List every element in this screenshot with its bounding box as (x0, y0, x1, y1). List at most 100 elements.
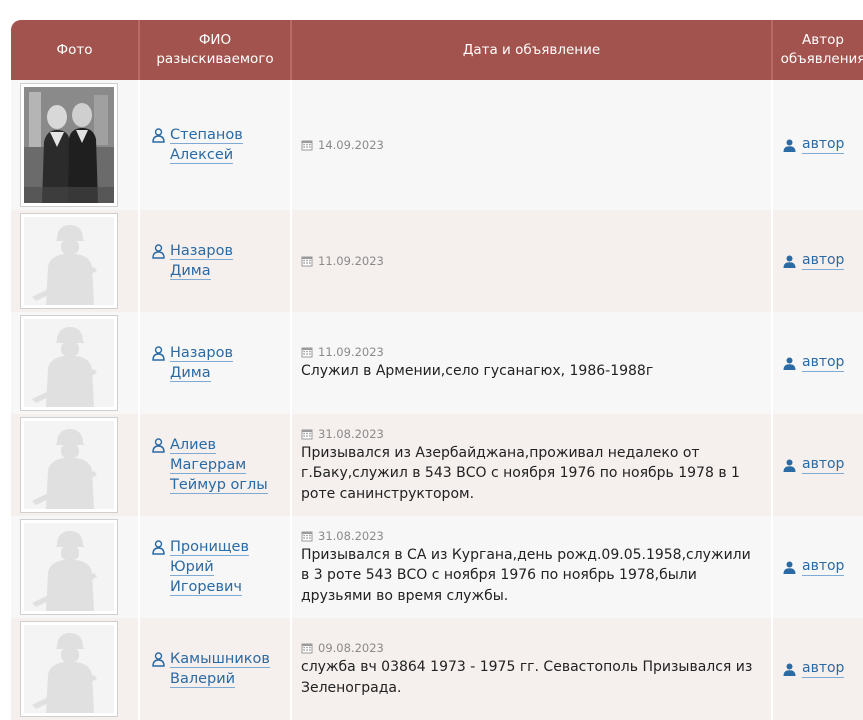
photo-frame[interactable] (20, 417, 118, 513)
person-name-link[interactable]: Назаров Дима (152, 343, 290, 383)
photo[interactable] (24, 523, 114, 611)
announcement-text: Призывался из Азербайджана,проживал неда… (301, 444, 740, 502)
announcement-date: 11.09.2023 (301, 344, 763, 360)
photo[interactable] (24, 87, 114, 203)
announcement-date: 09.08.2023 (301, 640, 763, 656)
person-name-link[interactable]: Назаров Дима (152, 241, 290, 281)
author-cell: автор (771, 312, 863, 414)
column-header-description: Дата и объявление (290, 20, 771, 80)
description-cell: 14.09.2023 (290, 80, 771, 210)
table-row: Пронищев Юрий Игоревич 31.08.2023 Призыв… (11, 516, 863, 618)
person-name-line-2[interactable]: Магеррам (170, 457, 247, 474)
author-link[interactable]: автор (783, 252, 863, 270)
author-link-label[interactable]: автор (802, 456, 845, 474)
soldier-placeholder-image (24, 523, 114, 611)
calendar-icon (301, 256, 313, 267)
person-photo-image (24, 87, 114, 203)
calendar-icon (301, 643, 313, 654)
photo-cell (11, 618, 138, 720)
calendar-icon (301, 531, 313, 542)
author-link-label[interactable]: автор (802, 558, 845, 576)
author-link-label[interactable]: автор (802, 660, 845, 678)
photo[interactable] (24, 421, 114, 509)
person-name-line-2[interactable]: Алексей (170, 147, 234, 164)
announcement-text: служба вч 03864 1973 - 1975 гг. Севастоп… (301, 659, 753, 696)
person-name-link[interactable]: Пронищев Юрий Игоревич (152, 537, 290, 597)
user-icon (783, 561, 796, 574)
column-header-author: Автор объявления (771, 20, 863, 80)
table-row: Степанов Алексей 14.09.2023 автор (11, 80, 863, 210)
person-name-line-1[interactable]: Пронищев (170, 539, 250, 556)
person-name[interactable]: Степанов Алексей (170, 125, 243, 165)
column-header-author-label-2: объявления (780, 51, 863, 67)
author-link-label[interactable]: автор (802, 136, 845, 154)
photo-frame[interactable] (20, 519, 118, 615)
table-row: Алиев Магеррам Теймур оглы 31.08.2023 Пр… (11, 414, 863, 516)
calendar-icon (301, 140, 313, 151)
column-header-author-label-1: Автор (802, 32, 844, 48)
photo-frame[interactable] (20, 213, 118, 309)
photo-cell (11, 210, 138, 312)
person-name-line-2[interactable]: Юрий (170, 559, 214, 576)
person-name-link[interactable]: Алиев Магеррам Теймур оглы (152, 435, 290, 495)
name-cell: Камышников Валерий (138, 618, 290, 720)
person-name-line-2[interactable]: Дима (170, 365, 211, 382)
person-name-line-2[interactable]: Дима (170, 263, 211, 280)
author-link[interactable]: автор (783, 660, 863, 678)
name-cell: Алиев Магеррам Теймур оглы (138, 414, 290, 516)
author-link-label[interactable]: автор (802, 354, 845, 372)
person-name-line-1[interactable]: Камышников (170, 651, 270, 668)
photo[interactable] (24, 217, 114, 305)
person-name-line-1[interactable]: Назаров (170, 345, 234, 362)
table-row: Назаров Дима 11.09.2023 (11, 210, 863, 312)
table-body: Степанов Алексей 14.09.2023 автор Назаро… (11, 80, 863, 720)
date-text: 31.08.2023 (318, 426, 384, 441)
date-text: 31.08.2023 (318, 528, 384, 543)
author-link-label[interactable]: автор (802, 252, 845, 270)
calendar-icon (301, 347, 313, 358)
person-outline-icon (152, 540, 165, 555)
description-cell: 11.09.2023 Служил в Армении,село гусанаг… (290, 312, 771, 414)
person-name[interactable]: Назаров Дима (170, 343, 234, 383)
date-text: 14.09.2023 (318, 138, 384, 152)
column-header-description-label: Дата и объявление (462, 41, 601, 58)
photo-frame[interactable] (20, 621, 118, 717)
person-name-line-3[interactable]: Игоревич (170, 579, 242, 596)
announcement-text: Служил в Армении,село гусанагюх, 1986-19… (301, 363, 654, 380)
soldier-placeholder-image (24, 217, 114, 305)
author-link[interactable]: автор (783, 354, 863, 372)
person-name-line-1[interactable]: Назаров (170, 243, 234, 260)
person-outline-icon (152, 438, 165, 453)
photo-cell (11, 80, 138, 210)
description-cell: 09.08.2023 служба вч 03864 1973 - 1975 г… (290, 618, 771, 720)
soldier-placeholder-image (24, 625, 114, 713)
author-link[interactable]: автор (783, 136, 863, 154)
announcement-date: 11.09.2023 (301, 253, 763, 269)
author-link[interactable]: автор (783, 456, 863, 474)
author-cell: автор (771, 210, 863, 312)
photo-frame[interactable] (20, 315, 118, 411)
author-link[interactable]: автор (783, 558, 863, 576)
person-name-line-3[interactable]: Теймур оглы (170, 477, 268, 494)
column-header-photo: Фото (11, 20, 138, 80)
person-name[interactable]: Назаров Дима (170, 241, 234, 281)
column-header-name: ФИО разыскиваемого (138, 20, 290, 80)
photo-frame[interactable] (20, 83, 118, 207)
name-cell: Пронищев Юрий Игоревич (138, 516, 290, 618)
person-name-line-1[interactable]: Алиев (170, 437, 217, 454)
person-name[interactable]: Пронищев Юрий Игоревич (170, 537, 250, 597)
photo[interactable] (24, 625, 114, 713)
name-cell: Степанов Алексей (138, 80, 290, 210)
table-header-row: Фото ФИО разыскиваемого Дата и объявление… (11, 20, 863, 80)
person-name-line-2[interactable]: Валерий (170, 671, 236, 688)
user-icon (783, 139, 796, 152)
person-name-link[interactable]: Степанов Алексей (152, 125, 290, 165)
photo[interactable] (24, 319, 114, 407)
announcement-date: 31.08.2023 (301, 528, 763, 544)
person-name-line-1[interactable]: Степанов (170, 127, 243, 144)
column-header-name-label-2: разыскиваемого (156, 51, 274, 67)
person-name-link[interactable]: Камышников Валерий (152, 649, 290, 689)
description-cell: 11.09.2023 (290, 210, 771, 312)
person-name[interactable]: Алиев Магеррам Теймур оглы (170, 435, 268, 495)
person-name[interactable]: Камышников Валерий (170, 649, 270, 689)
